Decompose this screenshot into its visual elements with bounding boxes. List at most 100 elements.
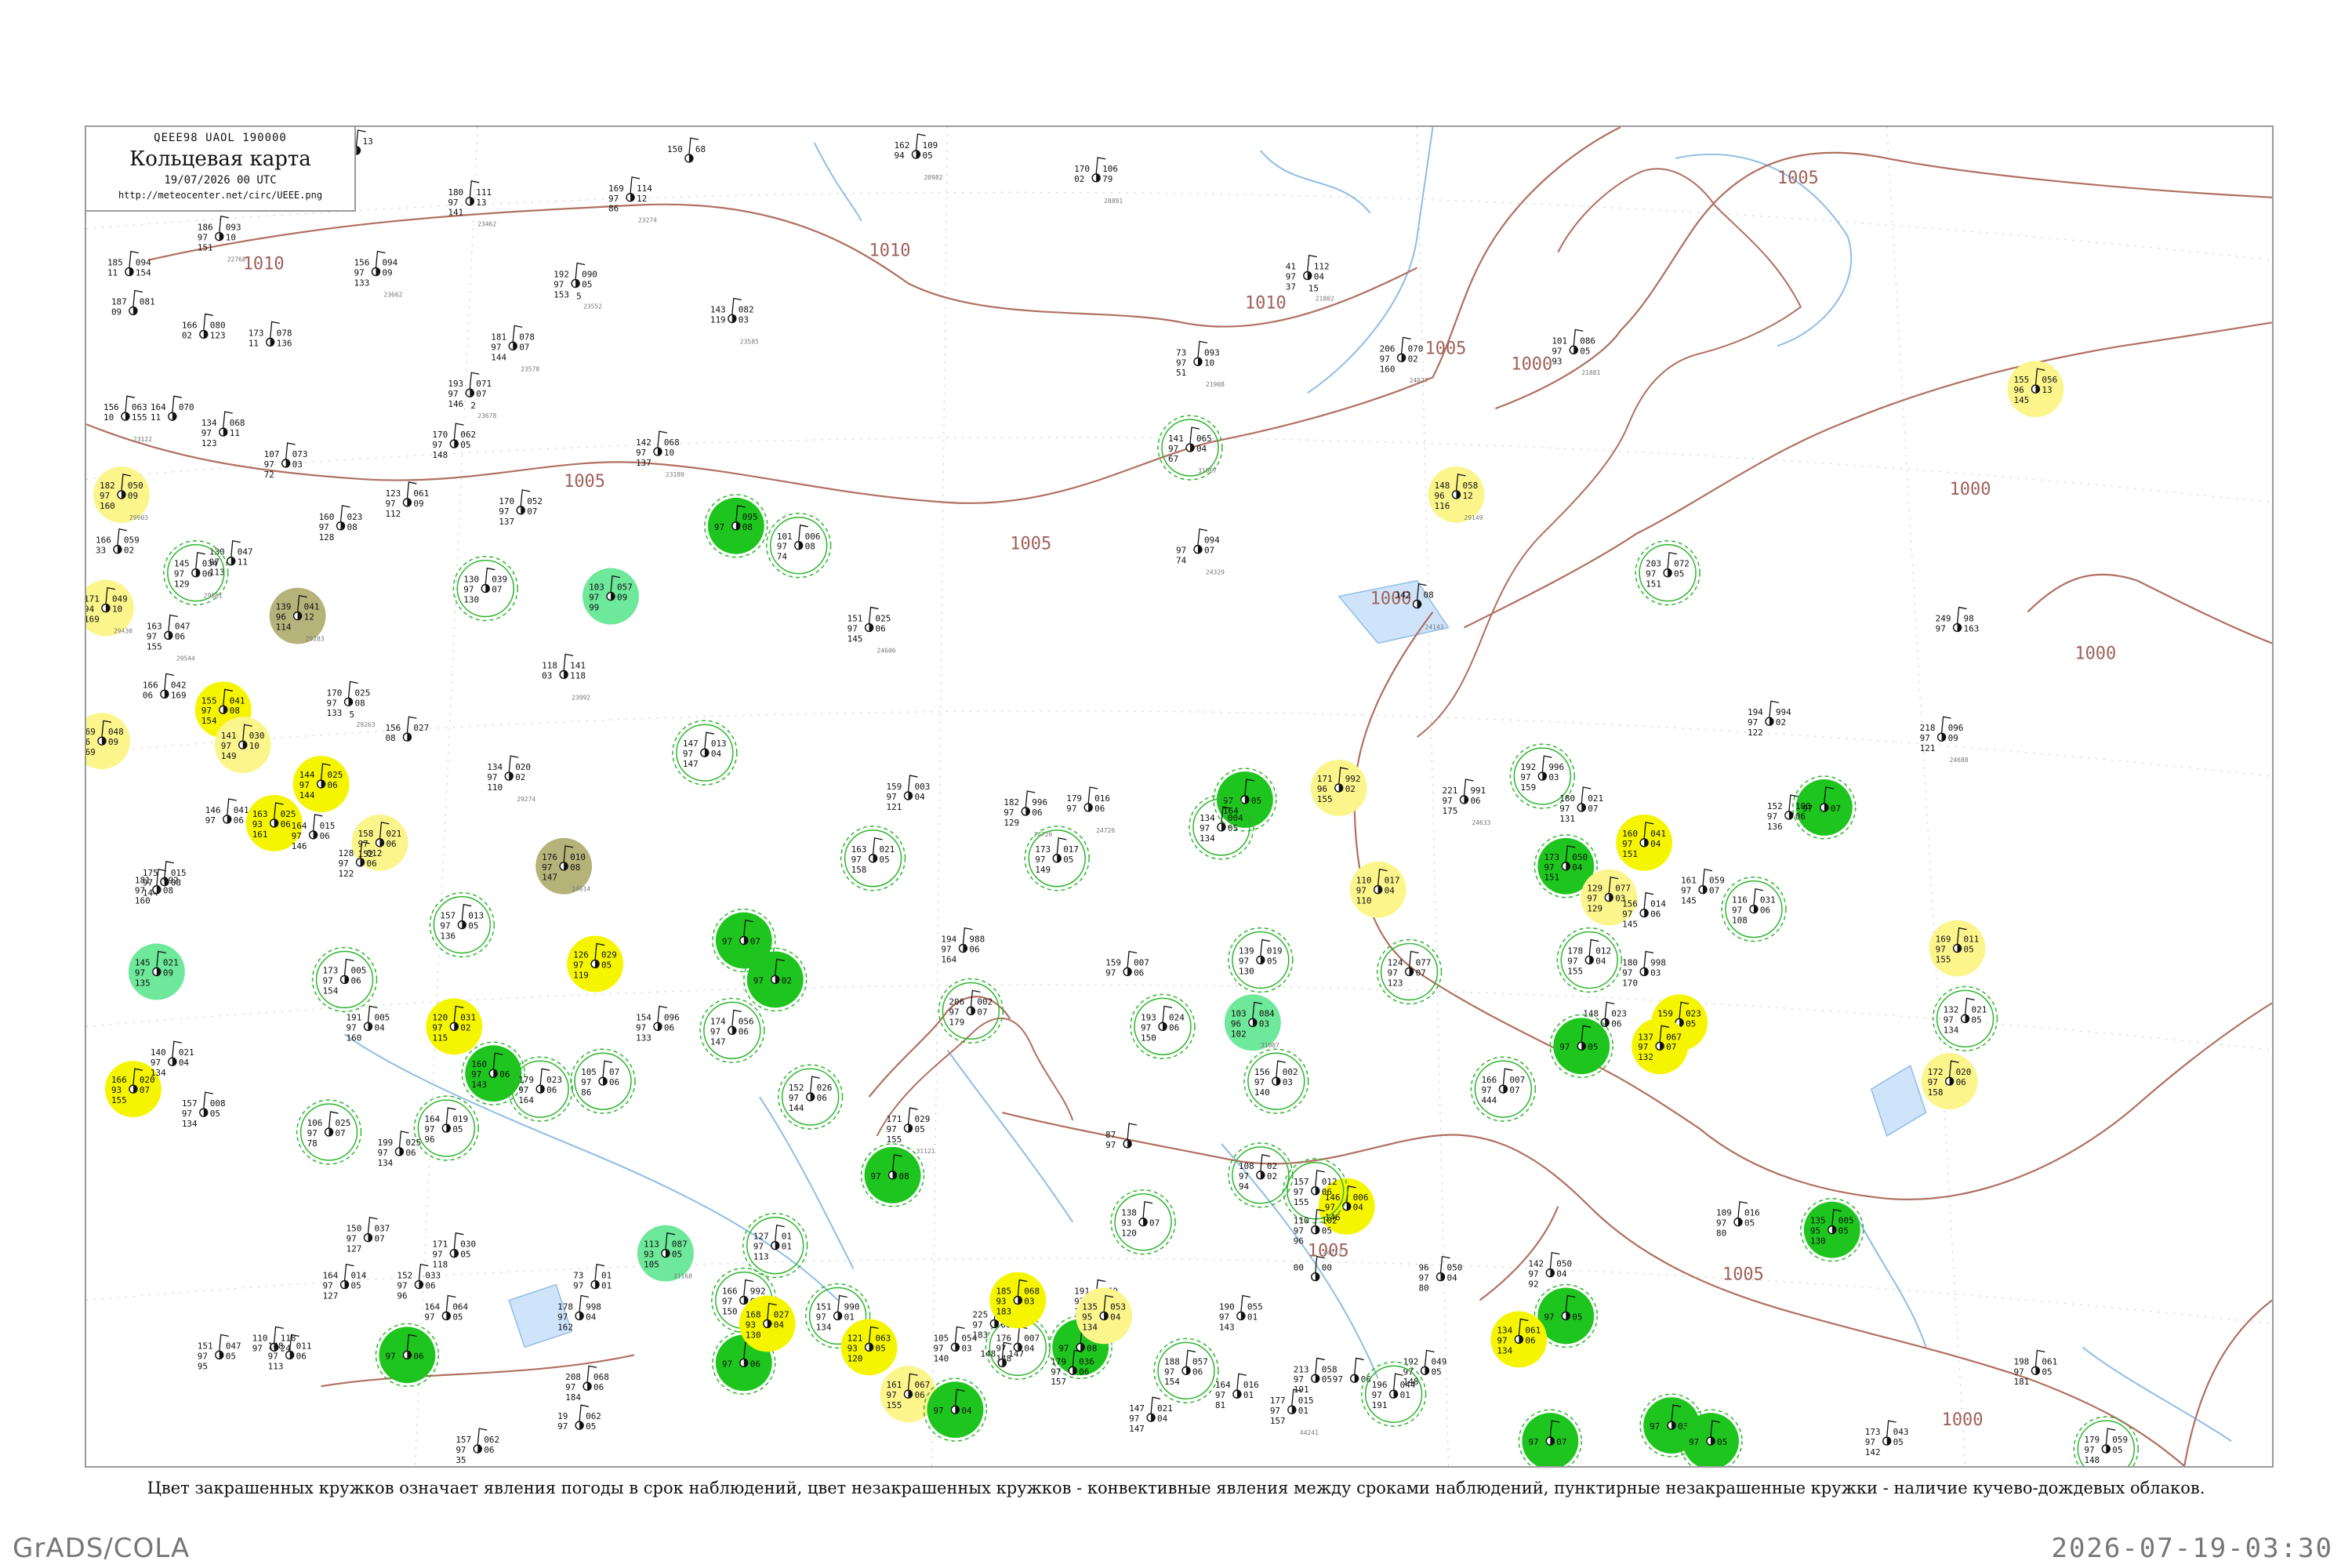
station-value: 97	[182, 1109, 192, 1119]
station-value: 155	[111, 1095, 127, 1105]
station-value: 06	[1795, 811, 1806, 822]
station-value: 07	[519, 342, 529, 352]
station-value: 105	[933, 1333, 949, 1343]
station-plot: 170 062 97 05 148	[432, 423, 476, 460]
station-plot: 134 061 97 06 134	[1490, 1311, 1548, 1368]
station-plot: 41 112 97 04 37 1521802	[1286, 254, 1334, 302]
station-value: 96	[397, 1291, 407, 1301]
station-value: 096	[664, 1012, 680, 1022]
station-value: 97	[887, 1390, 897, 1400]
station-value: 06	[202, 569, 212, 579]
station-value: 51	[1176, 368, 1186, 378]
station-value: 147	[710, 1036, 726, 1047]
station-value: 134	[1944, 1025, 1959, 1035]
station-value: 166	[96, 535, 111, 546]
station-value: 97	[2013, 1367, 2024, 1377]
station-plot: 148 058 96 12 116 29149	[1428, 466, 1485, 523]
station-value: 144	[789, 1103, 804, 1113]
station-value: 41	[1286, 262, 1296, 272]
station-value: 146	[292, 841, 307, 851]
station-value: 97	[1928, 1077, 1938, 1087]
station-value: 150	[1141, 1033, 1156, 1043]
station-value: 198	[2013, 1356, 2029, 1367]
station-value: 118	[432, 1260, 448, 1270]
station-value: 005	[1838, 1216, 1854, 1226]
station-value: 151	[198, 243, 213, 253]
station-id: 24143	[1425, 624, 1444, 631]
station-value: 134	[816, 1322, 832, 1332]
station-id: 31121	[916, 1148, 935, 1155]
station-value: 087	[672, 1240, 688, 1250]
station-value: 05	[2112, 1445, 2122, 1455]
station-value: 97	[252, 1343, 263, 1353]
wind-barb-icon	[1127, 1123, 1138, 1141]
station-value: 147	[1008, 1348, 1024, 1359]
station-value: 161	[887, 1380, 902, 1390]
station-value: 05	[1964, 945, 1974, 955]
station-id: 24027	[1410, 377, 1428, 384]
station-value: 02	[460, 1022, 470, 1033]
source-url[interactable]: http://meteocenter.net/circ/UEEE.png	[86, 190, 354, 201]
station-value: 95	[1082, 1312, 1092, 1322]
station-value: 96	[1435, 491, 1445, 501]
station-value: 97	[292, 831, 302, 841]
station-value: 181	[2013, 1377, 2029, 1387]
station-plot: 110 017 97 04 110	[1349, 861, 1406, 918]
station-id: 24329	[1206, 569, 1225, 576]
isobar-label: 1010	[869, 241, 911, 261]
station-value: 039	[492, 575, 507, 585]
station-value: 129	[1587, 904, 1602, 914]
station-value: 183	[996, 1306, 1011, 1316]
station-value: 05	[1893, 1437, 1904, 1447]
station-value: 062	[484, 1435, 499, 1445]
station-value: 156	[385, 723, 401, 733]
station-value: 157	[440, 911, 456, 921]
station-value: 97	[636, 448, 646, 458]
station-plot: 106 025 97 07 78	[296, 1099, 362, 1165]
station-value: 163	[147, 622, 162, 632]
station-value: 084	[1259, 1008, 1275, 1018]
station-value: 180	[448, 187, 463, 198]
station-value: 02	[1074, 174, 1084, 184]
station-value: 015	[1298, 1396, 1314, 1406]
station-plot: 171 992 96 02 155	[1310, 760, 1367, 816]
footer-software: GrADS/COLA	[13, 1533, 191, 1564]
station-value: 05	[1838, 1226, 1849, 1236]
station-plot: 105 07 97 06 86	[570, 1048, 636, 1114]
station-value: 97	[385, 1351, 395, 1361]
station-value: 169	[86, 727, 96, 737]
station-value: 07	[977, 1007, 987, 1017]
station-value: 146	[205, 805, 221, 815]
station-value: 029	[601, 950, 617, 960]
station-value: 97	[1544, 1312, 1554, 1322]
station-value: 03	[1548, 772, 1559, 782]
station-value: 190	[1219, 1301, 1235, 1312]
station-value: 06	[609, 1077, 619, 1087]
station-plot: 134 068 97 11 123	[201, 411, 245, 448]
station-value: 151	[816, 1301, 832, 1312]
station-value: 08	[347, 522, 358, 532]
station-value: 140	[933, 1353, 949, 1363]
station-value: 140	[1254, 1087, 1270, 1098]
station-value: 159	[1105, 957, 1121, 967]
station-value: 04	[1572, 862, 1583, 873]
station-plot: 164 064 97 05	[424, 1294, 469, 1322]
station-value: 121	[848, 1333, 863, 1343]
station-value: 036	[1079, 1356, 1094, 1367]
station-value: 142	[1528, 1259, 1544, 1269]
station-value: 10	[103, 412, 114, 423]
station-value: 01	[844, 1312, 855, 1322]
station-value: 206	[949, 996, 964, 1007]
station-value: 007	[1024, 1333, 1040, 1343]
station-value: 193	[448, 379, 463, 389]
station-value: 163	[1964, 623, 1980, 633]
station-value: 97	[1497, 1335, 1507, 1345]
station-value: 021	[163, 957, 179, 967]
station-value: 95	[1810, 1226, 1820, 1236]
station-id: 29263	[357, 721, 376, 728]
isobar-label: 1000	[1511, 354, 1552, 374]
station-value: 134	[487, 762, 503, 772]
station-value: 96	[86, 737, 90, 747]
station-value: 019	[1267, 946, 1283, 956]
station-value: 164	[941, 955, 956, 965]
